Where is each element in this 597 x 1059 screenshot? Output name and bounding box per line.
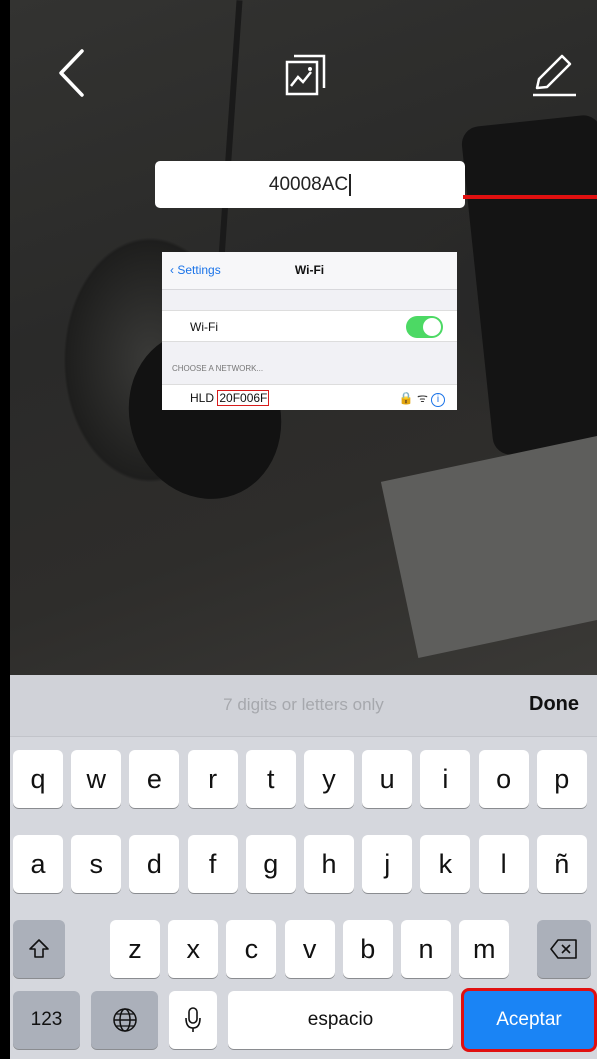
key-n[interactable]: n [401, 920, 451, 978]
backspace-key[interactable] [537, 920, 591, 978]
wifi-icon: ᯤ [417, 391, 428, 405]
key-y[interactable]: y [304, 750, 354, 808]
help-network-icons: 🔒 ᯤi [399, 389, 445, 407]
key-c[interactable]: c [226, 920, 277, 978]
key-p[interactable]: p [536, 750, 587, 808]
key-t[interactable]: t [245, 750, 296, 808]
device-code-input[interactable]: 40008AC [155, 161, 465, 208]
key-h[interactable]: h [304, 835, 354, 893]
help-network-row: HLD 20F006F 🔒 ᯤi [162, 384, 457, 410]
key-b[interactable]: b [342, 920, 393, 978]
key-r[interactable]: r [187, 750, 238, 808]
left-edge [0, 0, 10, 1059]
highlight-line [463, 195, 597, 199]
chevron-left-icon [59, 49, 84, 97]
key-w[interactable]: w [71, 750, 122, 808]
key-m[interactable]: m [459, 920, 510, 978]
key-q[interactable]: q [13, 750, 63, 808]
wifi-toggle-icon [406, 316, 443, 338]
help-navbar: ‹ Settings Wi-Fi [162, 252, 457, 290]
key-g[interactable]: g [245, 835, 296, 893]
key-l[interactable]: l [478, 835, 529, 893]
gallery-button[interactable] [280, 48, 334, 102]
help-section-label: CHOOSE A NETWORK... [172, 364, 264, 373]
back-button[interactable] [48, 46, 96, 100]
keyboard-toolbar: 7 digits or letters only Done [10, 675, 597, 737]
space-key[interactable]: espacio [228, 991, 453, 1049]
globe-icon [112, 1008, 137, 1032]
top-bar [0, 38, 597, 108]
shift-key[interactable] [13, 920, 65, 978]
text-caret [349, 173, 352, 196]
dictation-key[interactable] [169, 991, 217, 1049]
help-title: Wi-Fi [294, 263, 325, 277]
key-o[interactable]: o [478, 750, 529, 808]
wifi-help-image: ‹ Settings Wi-Fi Wi-Fi CHOOSE A NETWORK.… [162, 252, 457, 410]
key-ñ[interactable]: ñ [536, 835, 587, 893]
edit-button[interactable] [528, 46, 580, 100]
key-a[interactable]: a [13, 835, 63, 893]
help-network-name: HLD 20F006F [190, 390, 270, 406]
gallery-icon [285, 54, 326, 96]
numbers-key[interactable]: 123 [13, 991, 80, 1049]
lock-icon: 🔒 [398, 391, 414, 405]
help-wifi-label: Wi-Fi [190, 320, 218, 334]
help-network-code: 20F006F [217, 390, 270, 406]
key-d[interactable]: d [129, 835, 180, 893]
help-wifi-row: Wi-Fi [162, 310, 457, 342]
info-icon: i [431, 393, 445, 407]
key-i[interactable]: i [420, 750, 471, 808]
backspace-icon [550, 939, 577, 959]
shift-icon [29, 939, 49, 958]
done-button[interactable]: Done [529, 693, 579, 716]
pencil-icon [533, 54, 576, 97]
input-hint: 7 digits or letters only [223, 695, 384, 714]
device-code-value: 40008AC [268, 173, 349, 195]
key-u[interactable]: u [362, 750, 413, 808]
key-s[interactable]: s [71, 835, 122, 893]
accept-key[interactable]: Aceptar [461, 988, 597, 1052]
key-k[interactable]: k [420, 835, 471, 893]
key-z[interactable]: z [110, 920, 160, 978]
key-f[interactable]: f [187, 835, 238, 893]
microphone-icon [185, 1007, 201, 1032]
globe-key[interactable] [91, 991, 158, 1049]
key-j[interactable]: j [362, 835, 413, 893]
key-v[interactable]: v [284, 920, 335, 978]
key-x[interactable]: x [168, 920, 219, 978]
key-e[interactable]: e [129, 750, 180, 808]
